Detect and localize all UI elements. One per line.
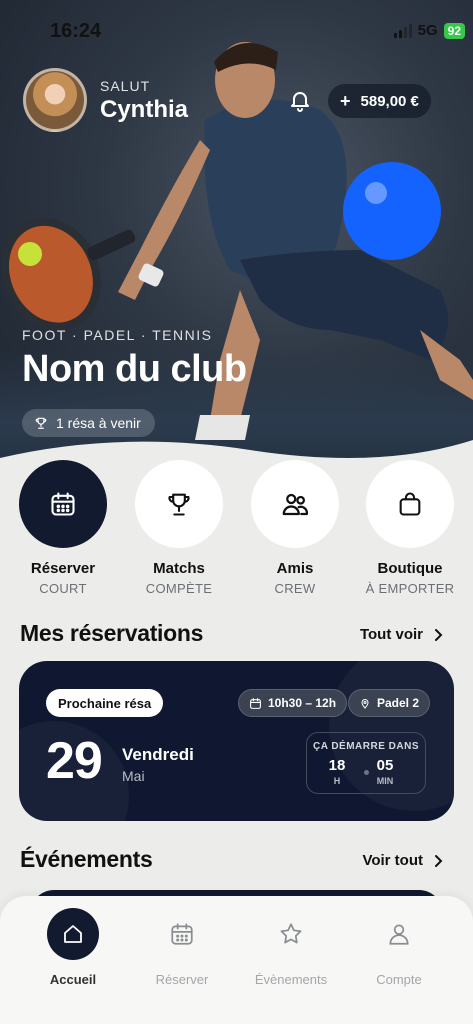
reservation-day: 29 xyxy=(46,732,103,790)
chevron-right-icon xyxy=(435,854,443,867)
tab-reserver[interactable]: Réserver xyxy=(127,908,237,987)
events-title: Événements xyxy=(20,846,153,872)
plus-icon: + xyxy=(340,90,351,111)
action-label: Réserver xyxy=(30,560,96,577)
friends-icon xyxy=(282,493,309,516)
decorative-ball xyxy=(343,162,441,260)
reservations-title: Mes réservations xyxy=(20,620,204,646)
action-sublabel: COMPÈTE xyxy=(145,581,213,596)
status-time: 16:24 xyxy=(50,20,102,42)
next-reservation-badge: Prochaine résa xyxy=(46,689,164,717)
status-indicators: 5G 92 xyxy=(393,22,465,39)
bag-icon xyxy=(399,492,421,516)
active-tab-indicator xyxy=(47,908,99,960)
signal-icon xyxy=(393,23,412,38)
next-reservation-card[interactable]: Prochaine résa 10h30 – 12h Padel 2 29 Ve… xyxy=(19,661,454,821)
tab-label: Accueil xyxy=(49,972,97,987)
balance-amount: 589,00 € xyxy=(360,92,419,110)
action-amis[interactable]: Amis CREW xyxy=(250,460,340,596)
battery-indicator: 92 xyxy=(443,22,465,39)
bell-icon[interactable] xyxy=(288,88,312,112)
countdown-hours: 18 H xyxy=(317,757,357,786)
greeting: SALUT xyxy=(100,78,151,94)
action-boutique[interactable]: Boutique À EMPORTER xyxy=(365,460,455,596)
reservation-weekday: Vendredi xyxy=(122,745,194,764)
tab-label: Réserver xyxy=(155,972,209,987)
action-icon-circle xyxy=(251,460,339,548)
reservation-court: Padel 2 xyxy=(377,696,420,710)
tab-accueil[interactable]: Accueil xyxy=(18,908,128,987)
see-all-label: Voir tout xyxy=(362,852,423,869)
see-all-events-link[interactable]: Voir tout xyxy=(362,852,443,869)
action-sublabel: COURT xyxy=(39,581,87,596)
network-type: 5G xyxy=(417,22,438,39)
countdown-minutes-value: 05 xyxy=(376,757,394,774)
action-matchs[interactable]: Matchs COMPÈTE xyxy=(134,460,224,596)
reservation-month: Mai xyxy=(122,768,145,784)
hero-banner: 16:24 5G 92 SALUT Cynthia + 589,00 € FOO… xyxy=(0,0,473,470)
see-all-label: Tout voir xyxy=(359,626,423,643)
action-label: Matchs xyxy=(153,560,205,577)
countdown-title: ÇA DÉMARRE DANS xyxy=(312,741,420,752)
club-sports: FOOT · PADEL · TENNIS xyxy=(22,327,213,343)
calendar-icon xyxy=(51,492,75,516)
action-icon-circle xyxy=(366,460,454,548)
action-reserver[interactable]: Réserver COURT xyxy=(18,460,108,596)
location-pin-icon xyxy=(361,698,369,709)
home-icon xyxy=(64,925,82,943)
see-all-reservations-link[interactable]: Tout voir xyxy=(360,626,443,643)
countdown-minutes-unit: MIN xyxy=(376,776,394,786)
tab-label: Compte xyxy=(376,972,422,987)
reservation-court-pill: Padel 2 xyxy=(348,689,431,717)
bottom-tab-bar: Accueil Réserver Évènements Compte xyxy=(0,896,473,1024)
user-name: Cynthia xyxy=(100,96,189,123)
chevron-right-icon xyxy=(435,628,443,641)
wallet-balance-button[interactable]: + 589,00 € xyxy=(328,84,431,118)
action-icon-circle xyxy=(135,460,223,548)
countdown-hours-value: 18 xyxy=(328,757,346,774)
reservation-time: 10h30 – 12h xyxy=(268,696,337,710)
countdown: ÇA DÉMARRE DANS 18 H 05 MIN xyxy=(306,732,426,794)
trophy-icon xyxy=(168,493,190,516)
countdown-minutes: 05 MIN xyxy=(365,757,405,786)
calendar-icon xyxy=(171,923,193,945)
reservation-time-pill: 10h30 – 12h xyxy=(238,689,348,717)
action-icon-circle xyxy=(19,460,107,548)
countdown-hours-unit: H xyxy=(333,776,341,786)
tab-evenements[interactable]: Évènements xyxy=(236,908,346,987)
quick-actions: Réserver COURT Matchs COMPÈTE Amis CREW … xyxy=(0,460,473,600)
star-icon xyxy=(280,923,302,944)
avatar[interactable] xyxy=(23,68,87,132)
tab-label: Évènements xyxy=(254,972,328,987)
action-label: Boutique xyxy=(377,560,443,577)
tab-compte[interactable]: Compte xyxy=(344,908,454,987)
club-name: Nom du club xyxy=(22,348,247,390)
action-sublabel: À EMPORTER xyxy=(365,581,455,596)
action-label: Amis xyxy=(276,560,314,577)
calendar-icon xyxy=(250,697,261,709)
user-icon xyxy=(389,924,409,945)
action-sublabel: CREW xyxy=(274,581,316,596)
